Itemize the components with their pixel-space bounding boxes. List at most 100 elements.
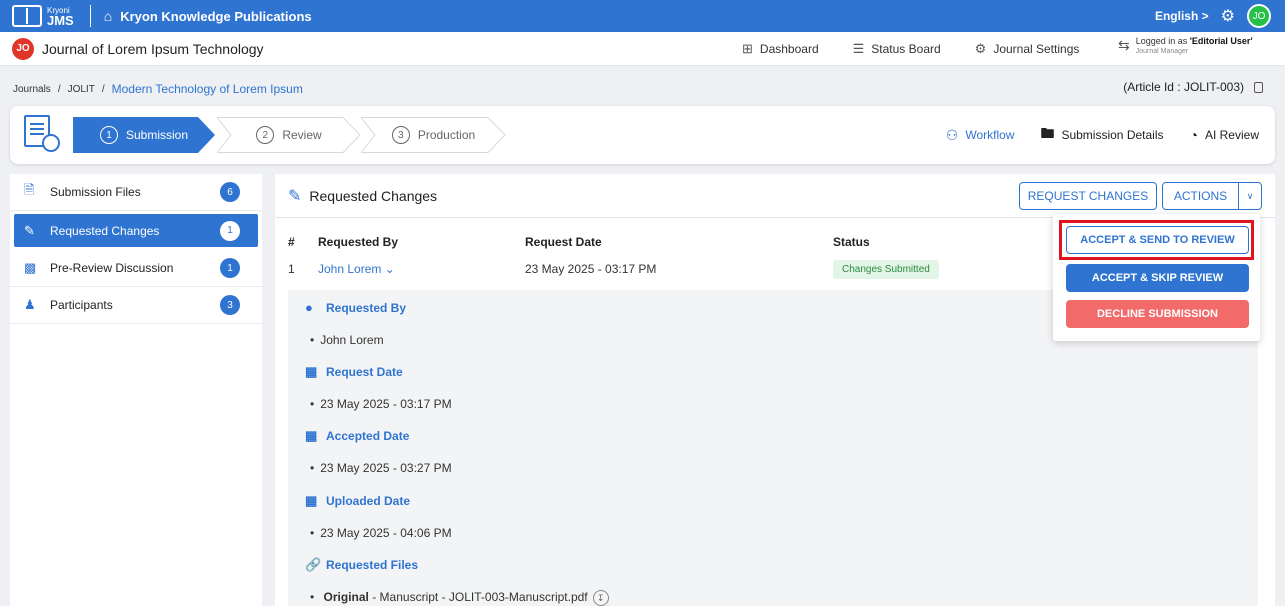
breadcrumb-code[interactable]: JOLIT [68, 84, 95, 95]
translate-icon: ⇆ [1118, 37, 1130, 53]
home-icon[interactable]: ⌂ [104, 8, 112, 24]
uploaded-date-value: 23 May 2025 - 04:06 PM [310, 526, 451, 540]
publisher-name[interactable]: Kryon Knowledge Publications [120, 9, 311, 24]
breadcrumb-sep: / [101, 83, 105, 95]
request-date-value: 23 May 2025 - 03:17 PM [310, 397, 451, 411]
requested-files-heading: 🔗 Requested Files [305, 557, 418, 573]
accept-send-to-review-button[interactable]: ACCEPT & SEND TO REVIEW [1066, 226, 1249, 254]
sidebar: 🗎 Submission Files 6 ✎ Requested Changes… [10, 174, 262, 606]
submission-details-button[interactable]: 🖿 Submission Details [1040, 123, 1163, 147]
request-changes-button[interactable]: REQUEST CHANGES [1019, 182, 1157, 210]
language-selector[interactable]: English > [1155, 9, 1209, 23]
sidebar-item-label: Participants [50, 298, 113, 312]
requested-file-item: Original - Manuscript - JOLIT-003-Manusc… [310, 590, 609, 606]
sidebar-item-submission-files[interactable]: 🗎 Submission Files 6 [10, 174, 262, 211]
uploaded-date-heading: ▦ Uploaded Date [305, 493, 410, 509]
status-badge: Changes Submitted [833, 259, 939, 279]
article-id: (Article Id : JOLIT-003) [1123, 80, 1263, 94]
user-avatar[interactable]: JO [1247, 4, 1271, 28]
logo-big-text: JMS [47, 13, 74, 28]
breadcrumb-journals[interactable]: Journals [13, 84, 51, 95]
actions-button[interactable]: ACTIONS [1162, 182, 1239, 210]
accepted-date-value: 23 May 2025 - 03:27 PM [310, 461, 451, 475]
nav-journal-settings[interactable]: ⚙ Journal Settings [975, 41, 1080, 57]
requester-link[interactable]: John Lorem [318, 262, 381, 276]
panel-header: ✎ Requested Changes REQUEST CHANGES ACTI… [275, 174, 1275, 218]
top-bar: Kryoni JMS ⌂ Kryon Knowledge Publication… [0, 0, 1285, 32]
app-logo[interactable]: Kryoni JMS [12, 5, 74, 27]
col-status: Status [833, 235, 870, 249]
edit-list-icon: ✎ [24, 222, 35, 238]
file-edit-icon: 🗎 [24, 182, 35, 197]
logo-text: Kryoni JMS [47, 6, 74, 28]
cell-num: 1 [288, 262, 295, 276]
sidebar-item-label: Pre-Review Discussion [50, 261, 174, 275]
step-submission[interactable]: 1 Submission [73, 117, 215, 153]
breadcrumb: Journals / JOLIT / Modern Technology of … [13, 82, 303, 96]
logged-user-name: 'Editorial User' [1189, 36, 1253, 46]
col-request-date: Request Date [525, 235, 602, 249]
step-review[interactable]: 2 Review [217, 117, 361, 153]
sidebar-item-participants[interactable]: ♟ Participants 3 [10, 287, 262, 324]
requests-table: # Requested By Request Date Status 1 Joh… [288, 230, 1058, 284]
sidebar-item-pre-review-discussion[interactable]: ▩ Pre-Review Discussion 1 [10, 250, 262, 287]
col-requested-by: Requested By [318, 235, 399, 249]
article-id-text: (Article Id : JOLIT-003) [1123, 80, 1244, 94]
accept-skip-review-button[interactable]: ACCEPT & SKIP REVIEW [1066, 264, 1249, 292]
sidebar-item-requested-changes[interactable]: ✎ Requested Changes 1 [14, 214, 258, 247]
step-label: Review [282, 128, 322, 142]
gear-icon[interactable]: ⚙ [1221, 6, 1235, 26]
book-icon [12, 5, 42, 27]
status-board-icon: ☰ [852, 41, 865, 56]
table-header-row: # Requested By Request Date Status [288, 230, 1058, 254]
folder-icon: 🖿 [1040, 125, 1055, 141]
logged-prefix: Logged in as [1135, 36, 1190, 46]
logged-in-info[interactable]: ⇆ Logged in as 'Editorial User' Journal … [1118, 36, 1253, 55]
nav-dashboard-label: Dashboard [759, 42, 819, 56]
pie-chart-icon: ◔ [1189, 127, 1198, 143]
table-row[interactable]: 1 John Lorem ⌄ 23 May 2025 - 03:17 PM Ch… [288, 254, 1058, 284]
journal-name[interactable]: Journal of Lorem Ipsum Technology [42, 41, 264, 57]
panel-title: Requested Changes [309, 187, 438, 204]
edit-list-icon: ✎ [288, 187, 302, 205]
cell-requested-by[interactable]: John Lorem ⌄ [318, 254, 525, 284]
workflow-button[interactable]: ⚇ Workflow [946, 127, 1015, 144]
ai-review-button[interactable]: ◔ AI Review [1190, 127, 1260, 143]
nav-dashboard[interactable]: ⊞ Dashboard [742, 41, 819, 57]
workflow-steps-card: 1 Submission 2 Review 3 Production ⚇ Wor… [10, 106, 1275, 164]
step-label: Production [417, 128, 476, 142]
file-type: Original [323, 590, 369, 604]
breadcrumb-current[interactable]: Modern Technology of Lorem Ipsum [112, 82, 303, 96]
copy-icon[interactable] [1254, 81, 1263, 93]
breadcrumb-sep: / [57, 83, 61, 95]
decline-submission-button[interactable]: DECLINE SUBMISSION [1066, 300, 1249, 328]
download-icon[interactable]: ↧ [592, 590, 609, 606]
file-description[interactable]: - Manuscript - JOLIT-003-Manuscript.pdf [369, 590, 587, 604]
count-badge: 1 [220, 258, 240, 278]
chevron-down-icon[interactable]: ⌄ [381, 262, 395, 276]
calendar-icon: ▦ [305, 428, 318, 443]
settings-icon: ⚙ [974, 41, 987, 56]
count-badge: 1 [220, 220, 240, 241]
nav-status-board-label: Status Board [871, 42, 941, 56]
actions-caret-button[interactable]: ∨ [1238, 182, 1262, 210]
step-number: 1 [99, 126, 118, 144]
workflow-label: Workflow [965, 128, 1015, 142]
step-production[interactable]: 3 Production [361, 117, 506, 153]
workflow-icon: ⚇ [945, 126, 959, 143]
calendar-icon: ▦ [305, 493, 318, 508]
cell-request-date: 23 May 2025 - 03:17 PM [525, 262, 657, 276]
requested-by-value: John Lorem [310, 333, 383, 347]
requested-by-heading: ● Requested By [305, 300, 406, 315]
calendar-icon: ▦ [305, 364, 318, 379]
nav-journal-settings-label: Journal Settings [993, 42, 1080, 56]
heading-label: Uploaded Date [326, 494, 411, 508]
sidebar-item-label: Submission Files [50, 185, 141, 199]
users-icon: ♟ [24, 297, 36, 312]
divider [89, 5, 91, 27]
nav-status-board[interactable]: ☰ Status Board [853, 41, 941, 57]
col-num: # [288, 235, 295, 249]
ai-review-label: AI Review [1204, 128, 1259, 142]
cell-status: Changes Submitted [833, 254, 1058, 284]
actions-dropdown: ACCEPT & SEND TO REVIEW ACCEPT & SKIP RE… [1053, 214, 1260, 341]
